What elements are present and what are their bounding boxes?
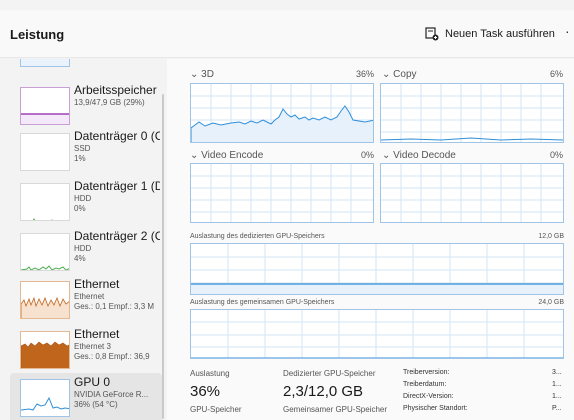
engine-copy-percent: 6% [549, 69, 563, 79]
shared-memory-graph-title: Auslastung des gemeinsamen GPU-Speichers [190, 299, 335, 306]
physical-location-key: Physischer Standort: [403, 405, 468, 412]
shared-memory-graph [190, 309, 564, 359]
sidebar-item-adapter: Ethernet 3 [74, 342, 111, 351]
shared-memory-label: Gemeinsamer GPU-Speicher [283, 405, 388, 414]
gpu-0-thumbnail [20, 379, 70, 417]
sidebar-item-label: Arbeitsspeicher [74, 83, 157, 97]
engine-copy-graph [380, 83, 564, 143]
dedicated-memory-graph [190, 243, 564, 295]
sidebar-item-type: HDD [74, 244, 92, 253]
sidebar-item-detail: Ges.: 0,8 Empf.: 36,9 [74, 352, 150, 361]
sidebar-item-label: GPU 0 [74, 375, 111, 389]
sidebar-item-memory[interactable]: Arbeitsspeicher 13,9/47,9 GB (29%) [12, 81, 160, 131]
engine-3d-graph [190, 83, 374, 143]
dedicated-memory-label: Dedizierter GPU-Speicher [283, 369, 376, 378]
sidebar-item-disk-1[interactable]: Datenträger 1 (D HDD 0% [12, 177, 160, 227]
sidebar-item-model: NVIDIA GeForce R... [74, 390, 149, 399]
page-title: Leistung [10, 27, 65, 42]
sidebar-item-label: Datenträger 2 (C [74, 229, 160, 243]
engine-video-decode-label: Video Decode [393, 150, 456, 161]
utilization-value: 36% [190, 383, 221, 400]
sidebar-item-type: HDD [74, 194, 92, 203]
run-new-task-button[interactable]: Neuen Task ausführen [425, 22, 555, 46]
driver-date-value: 1... [552, 381, 562, 388]
engine-video-decode-selector[interactable]: ⌄ Video Decode [382, 150, 456, 161]
title-bar-strip [0, 0, 574, 10]
engine-3d-selector[interactable]: ⌄ 3D [190, 69, 214, 80]
sidebar-item-detail: Ges.: 0,1 Empf.: 3,3 M [74, 302, 155, 311]
disk-0-thumbnail [20, 133, 70, 171]
run-new-task-label: Neuen Task ausführen [445, 28, 555, 40]
engine-video-decode-percent: 0% [549, 150, 563, 160]
dedicated-memory-value: 2,3/12,0 GB [283, 383, 364, 400]
more-options-icon[interactable]: · [565, 23, 570, 39]
engine-video-encode-percent: 0% [360, 150, 374, 160]
disk-1-thumbnail [20, 183, 70, 221]
sidebar-item-type: SSD [74, 144, 91, 153]
engine-video-encode-selector[interactable]: ⌄ Video Encode [190, 150, 263, 161]
sidebar-item-ethernet[interactable]: Ethernet Ethernet Ges.: 0,1 Empf.: 3,3 M [12, 275, 160, 325]
sidebar-item-label: Ethernet [74, 277, 120, 291]
ethernet-3-thumbnail [20, 331, 70, 369]
directx-version-key: DirectX-Version: [403, 393, 454, 400]
engine-copy-selector[interactable]: ⌄ Copy [382, 69, 417, 80]
performance-sidebar: Arbeitsspeicher 13,9/47,9 GB (29%) Daten… [0, 59, 166, 420]
sidebar-item-label: Datenträger 0 (C [74, 129, 160, 143]
driver-date-key: Treiberdatum: [403, 381, 447, 388]
driver-version-value: 3... [552, 369, 562, 376]
sidebar-item-cpu[interactable] [12, 59, 160, 73]
engine-copy-label: Copy [393, 69, 417, 80]
run-task-icon [425, 27, 439, 41]
directx-version-value: 1... [552, 393, 562, 400]
page-header: Leistung Neuen Task ausführen · [0, 10, 574, 58]
sidebar-item-detail: 1% [74, 154, 86, 163]
sidebar-item-detail: 0% [74, 204, 86, 213]
sidebar-item-label: Ethernet [74, 327, 120, 341]
sidebar-item-disk-2[interactable]: Datenträger 2 (C HDD 4% [12, 227, 160, 277]
sidebar-item-detail: 36% (54 °C) [74, 400, 118, 409]
driver-version-key: Treiberversion: [403, 369, 450, 376]
ethernet-thumbnail [20, 281, 70, 319]
disk-2-thumbnail [20, 233, 70, 271]
engine-3d-label: 3D [201, 69, 214, 80]
sidebar-item-gpu-0[interactable]: GPU 0 NVIDIA GeForce R... 36% (54 °C) [10, 373, 162, 420]
sidebar-item-adapter: Ethernet [74, 292, 105, 301]
engine-3d-percent: 36% [355, 69, 374, 79]
sidebar-item-ethernet-3[interactable]: Ethernet Ethernet 3 Ges.: 0,8 Empf.: 36,… [12, 325, 160, 375]
dedicated-memory-graph-title: Auslastung des dedizierten GPU-Speichers [190, 233, 325, 240]
dedicated-memory-max: 12,0 GB [538, 233, 564, 240]
sidebar-scrollbar[interactable] [162, 94, 164, 419]
physical-location-value: P... [552, 405, 562, 412]
engine-video-decode-graph [380, 163, 564, 223]
memory-thumbnail [20, 87, 70, 125]
shared-memory-max: 24,0 GB [538, 299, 564, 306]
cpu-thumbnail [20, 59, 70, 67]
sidebar-item-detail: 13,9/47,9 GB (29%) [74, 98, 145, 107]
gpu-detail-panel: ⌄ 3D 36% ⌄ Copy 6% ⌄ Video Encode 0% ⌄ V… [167, 59, 574, 420]
gpu-memory-label: GPU-Speicher [190, 405, 242, 414]
engine-video-encode-label: Video Encode [201, 150, 264, 161]
sidebar-item-disk-0[interactable]: Datenträger 0 (C SSD 1% [12, 127, 160, 177]
engine-video-encode-graph [190, 163, 374, 223]
sidebar-item-detail: 4% [74, 254, 86, 263]
utilization-label: Auslastung [190, 369, 230, 378]
sidebar-item-label: Datenträger 1 (D [74, 179, 160, 193]
